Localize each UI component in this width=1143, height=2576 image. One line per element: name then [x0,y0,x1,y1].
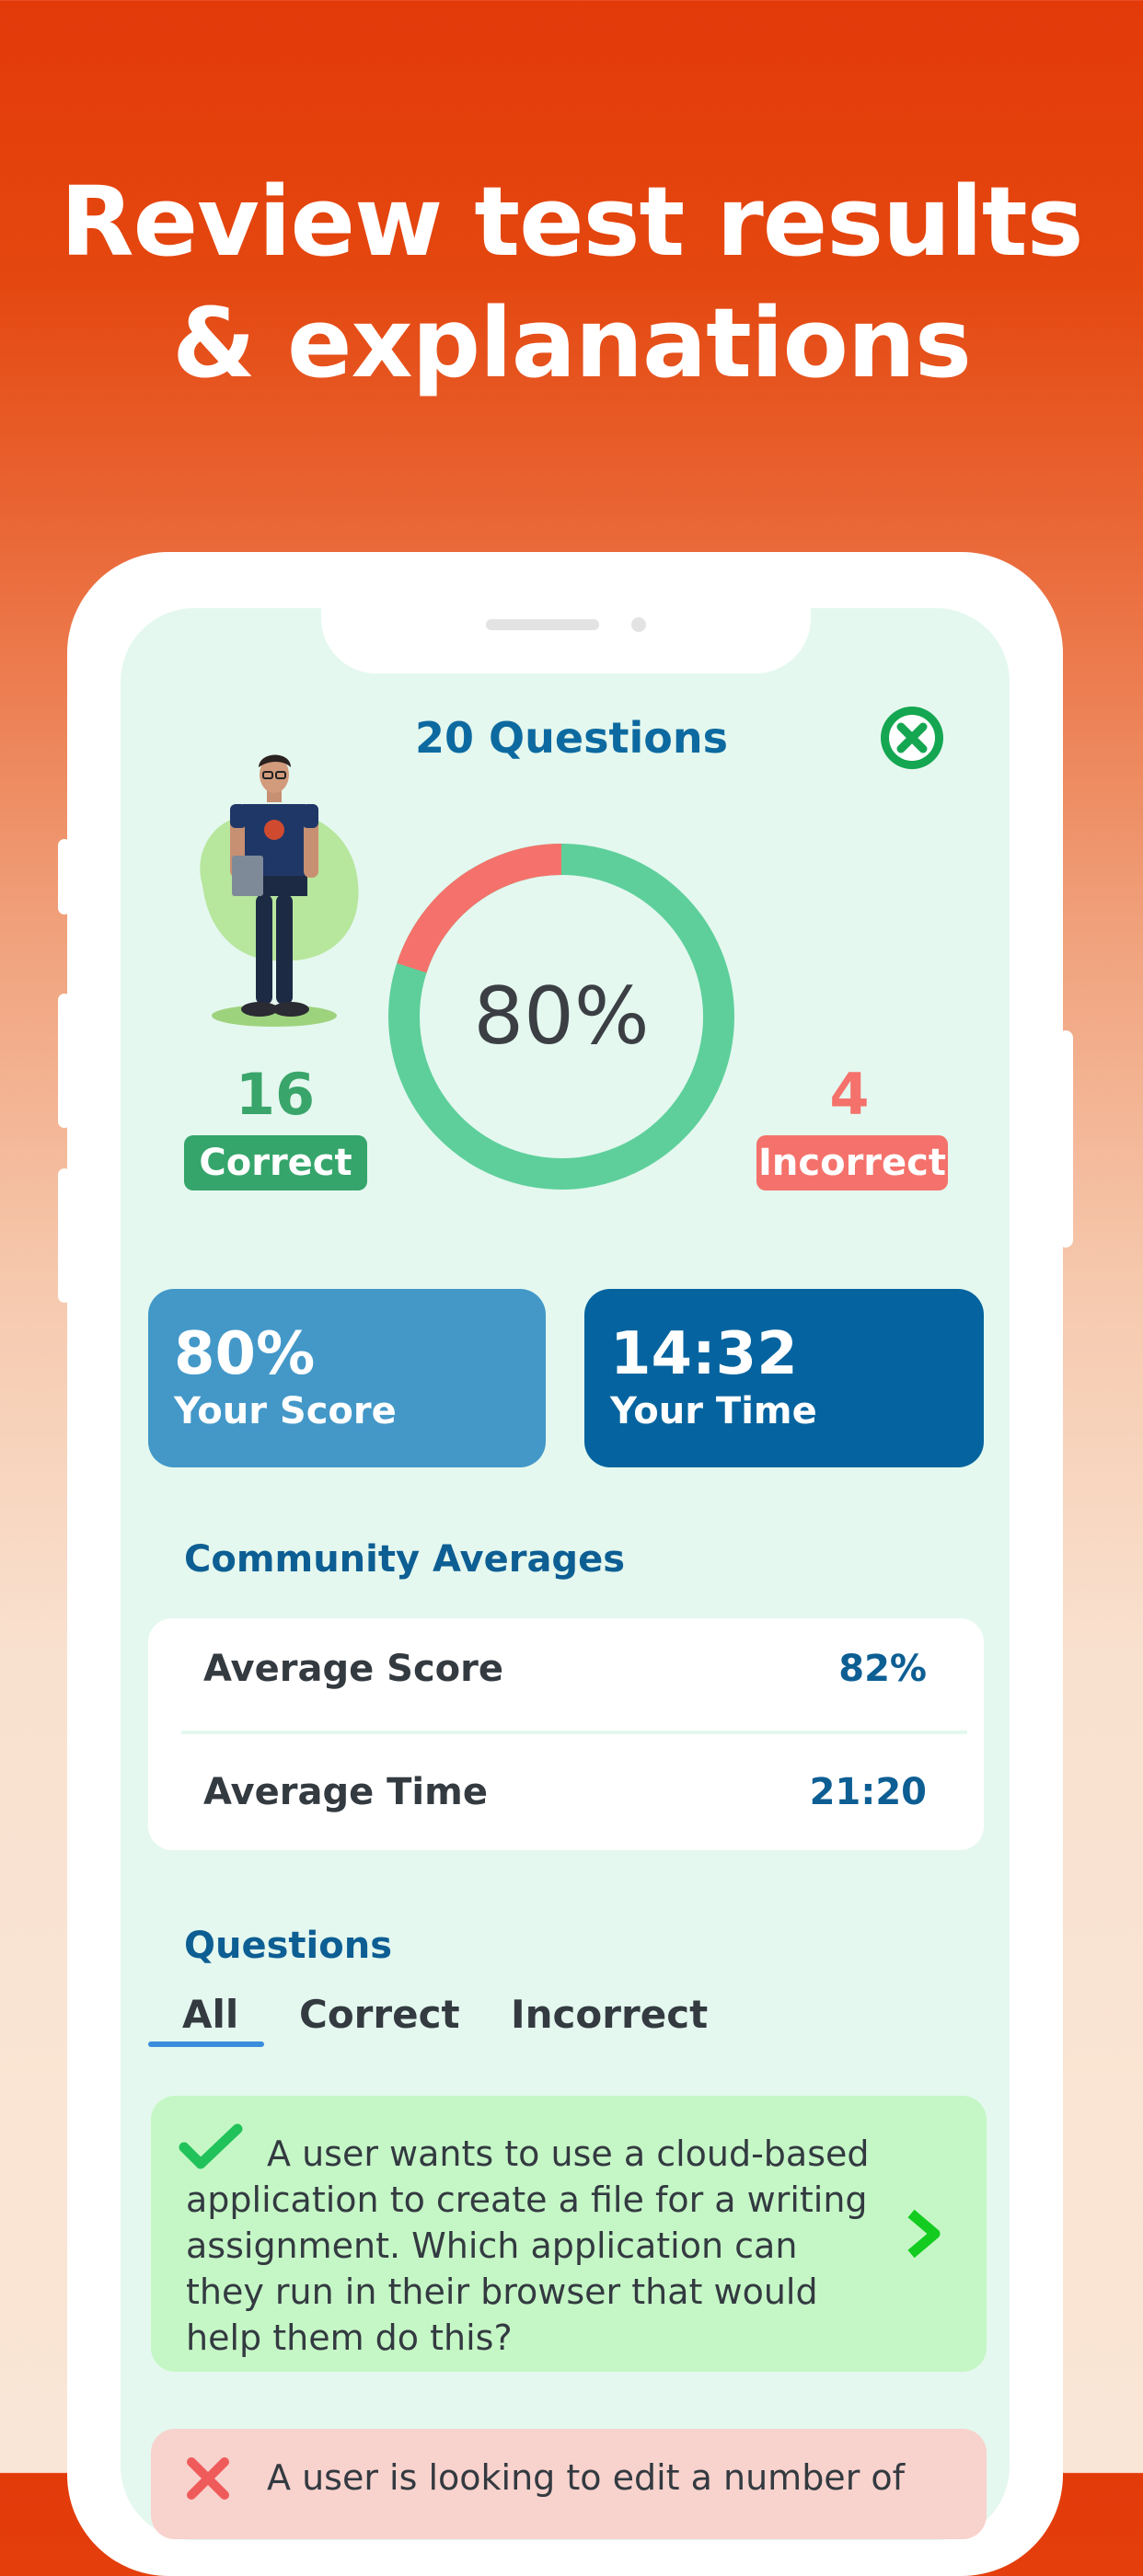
your-score-label: Your Score [174,1390,397,1432]
score-donut-chart: 80% [387,842,736,1191]
your-time-label: Your Time [610,1390,817,1432]
community-averages-card: Average Score 82% Average Time 21:20 [148,1618,984,1850]
active-tab-indicator [148,2041,264,2047]
your-time-card: 14:32 Your Time [584,1289,984,1467]
chevron-right-icon [907,2209,941,2259]
close-icon [889,715,935,761]
questions-title: Questions [184,1925,393,1967]
incorrect-badge: Incorrect [756,1135,948,1190]
question-item[interactable]: A user wants to use a cloud-based applic… [151,2096,987,2372]
results-title: 20 Questions [415,713,728,763]
correct-badge: Correct [184,1135,367,1190]
question-text-incorrect: A user is looking to edit a number of [267,2457,906,2498]
community-averages-title: Community Averages [184,1538,626,1581]
correct-count: 16 [235,1061,316,1128]
donut-percent-label: 80% [473,971,650,1063]
avatar [182,747,366,1032]
tab-correct[interactable]: Correct [299,1992,460,2037]
headline: Review test results & explanations [0,161,1143,404]
question-text: A user wants to use a cloud-based applic… [186,2133,870,2358]
close-button[interactable] [881,707,943,769]
average-score-value: 82% [838,1648,927,1690]
question-item-incorrect[interactable]: A user is looking to edit a number of [151,2429,987,2539]
tab-all[interactable]: All [182,1992,238,2037]
averages-divider [181,1731,967,1734]
donut-incorrect-arc [397,844,562,973]
your-score-card: 80% Your Score [148,1289,546,1467]
phone-notch [321,589,811,673]
average-time-value: 21:20 [809,1771,927,1813]
your-score-value: 80% [174,1320,316,1388]
headline-line-1: Review test results [60,166,1084,278]
your-time-value: 14:32 [610,1320,798,1388]
phone-camera [631,617,646,632]
tab-incorrect[interactable]: Incorrect [511,1992,708,2037]
phone-speaker [486,619,599,630]
average-time-label: Average Time [203,1771,488,1813]
headline-line-2: & explanations [172,287,972,399]
average-score-label: Average Score [203,1648,503,1690]
incorrect-count: 4 [829,1061,870,1128]
